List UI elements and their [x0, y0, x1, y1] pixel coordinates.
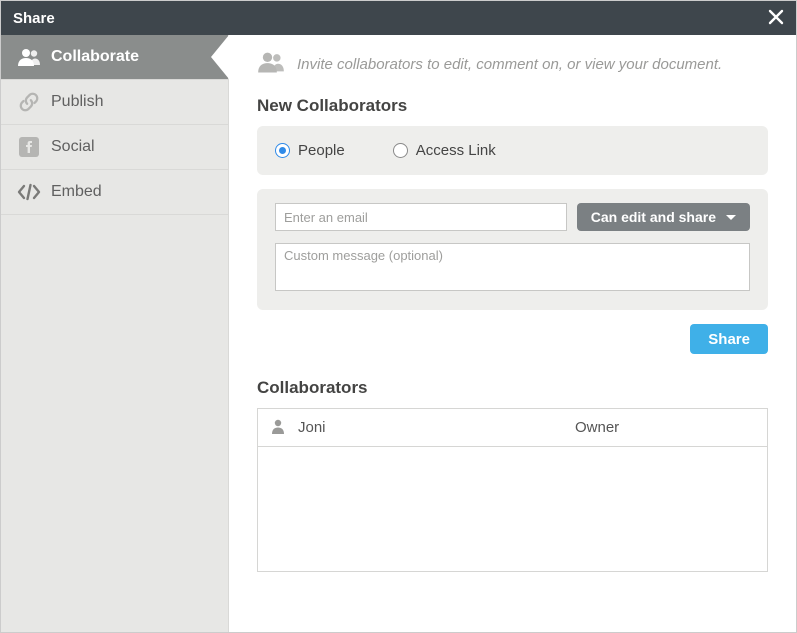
people-icon	[257, 51, 285, 78]
intro-text: Invite collaborators to edit, comment on…	[297, 56, 722, 73]
sidebar-item-label: Social	[51, 138, 95, 156]
facebook-icon	[15, 137, 43, 157]
link-icon	[15, 91, 43, 113]
sidebar: Collaborate Publish Social Embed	[1, 35, 229, 632]
intro-row: Invite collaborators to edit, comment on…	[257, 51, 768, 78]
person-icon	[270, 418, 286, 438]
table-row[interactable]: Joni Owner	[258, 409, 767, 447]
sidebar-item-collaborate[interactable]: Collaborate	[1, 35, 228, 80]
sidebar-item-publish[interactable]: Publish	[1, 80, 228, 125]
email-input[interactable]	[275, 203, 567, 231]
invite-form: Can edit and share	[257, 189, 768, 310]
collaborators-table: Joni Owner	[257, 408, 768, 572]
sidebar-item-label: Publish	[51, 93, 103, 111]
chevron-down-icon	[726, 215, 736, 220]
sidebar-item-label: Collaborate	[51, 48, 139, 66]
collaborators-heading: Collaborators	[257, 378, 768, 398]
main-panel: Invite collaborators to edit, comment on…	[229, 35, 796, 632]
collaborator-role: Owner	[575, 419, 755, 436]
close-icon[interactable]	[768, 7, 784, 29]
sidebar-item-embed[interactable]: Embed	[1, 170, 228, 215]
radio-indicator	[393, 143, 408, 158]
radio-indicator	[275, 143, 290, 158]
share-dialog: Share Collaborate Publish	[0, 0, 797, 633]
dialog-title: Share	[13, 10, 55, 27]
titlebar: Share	[1, 1, 796, 35]
message-input[interactable]	[275, 243, 750, 291]
radio-people[interactable]: People	[275, 142, 345, 159]
people-icon	[15, 48, 43, 66]
radio-access-link[interactable]: Access Link	[393, 142, 496, 159]
sidebar-item-label: Embed	[51, 183, 102, 201]
radio-label: Access Link	[416, 142, 496, 159]
mode-radio-group: People Access Link	[257, 126, 768, 175]
share-button[interactable]: Share	[690, 324, 768, 354]
radio-label: People	[298, 142, 345, 159]
dialog-body: Collaborate Publish Social Embed	[1, 35, 796, 632]
permission-label: Can edit and share	[591, 209, 716, 225]
collaborator-name: Joni	[298, 419, 575, 436]
permission-dropdown[interactable]: Can edit and share	[577, 203, 750, 231]
code-icon	[15, 183, 43, 201]
new-collaborators-heading: New Collaborators	[257, 96, 768, 116]
sidebar-item-social[interactable]: Social	[1, 125, 228, 170]
